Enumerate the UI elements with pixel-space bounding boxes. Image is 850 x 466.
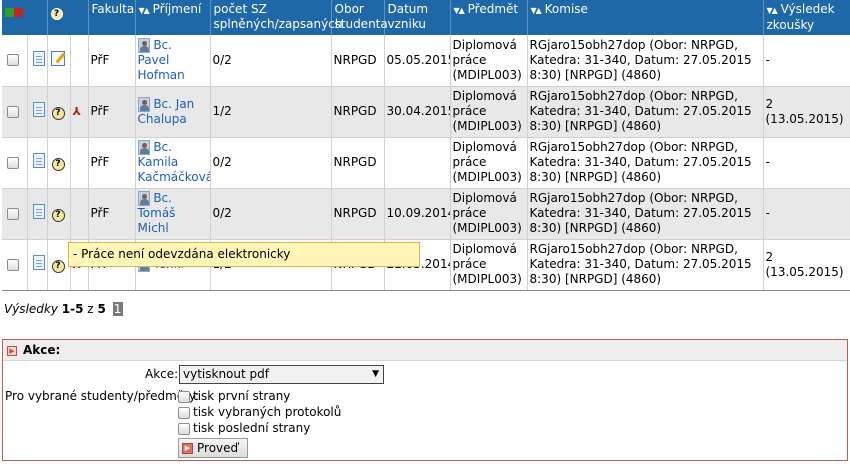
predmet-cell: Diplomová práce (MDIPL003): [450, 188, 528, 240]
col-predmet[interactable]: ▼▲ Předmět: [450, 0, 528, 35]
document-icon[interactable]: [32, 153, 45, 168]
akce-panel: ▶ Akce: Akce: vytisknout pdf ▼ Pro vybran…: [2, 339, 848, 461]
option-selected-protocols[interactable]: tisk vybraných protokolů: [178, 405, 341, 419]
option-checkbox[interactable]: [178, 390, 190, 403]
sort-arrows-icon[interactable]: ▼▲: [454, 6, 465, 15]
fakulta-cell: PřF: [88, 35, 136, 87]
document-icon[interactable]: [32, 204, 45, 219]
collapse-icon[interactable]: ▶: [7, 345, 17, 356]
check-all-icon[interactable]: [5, 8, 14, 17]
select-all-header[interactable]: [2, 0, 48, 35]
for-selected-label: Pro vybrané studenty/předměty:: [5, 389, 200, 403]
row-checkbox[interactable]: [7, 258, 19, 271]
row-checkbox[interactable]: [7, 54, 19, 67]
col-vysledek[interactable]: ▼▲ Výsledek zkoušky: [763, 0, 850, 35]
page-1-button[interactable]: 1: [112, 302, 123, 316]
avatar: [137, 37, 150, 53]
avatar: [137, 96, 150, 112]
submit-button[interactable]: ▶ Proveď: [178, 438, 248, 458]
predmet-cell: Diplomová práce (MDIPL003): [450, 35, 528, 87]
pdf-icon[interactable]: ⅄: [73, 104, 85, 119]
avatar: [137, 140, 150, 155]
obor-cell: NRPGD: [331, 35, 385, 87]
help-header: ?: [47, 0, 89, 35]
obor-cell: NRPGD: [331, 188, 385, 240]
document-icon[interactable]: [32, 50, 45, 66]
row-checkbox[interactable]: [7, 207, 19, 220]
predmet-cell: Diplomová práce (MDIPL003): [450, 239, 528, 291]
sz-cell: 1/2: [210, 86, 332, 138]
dropdown-arrow-icon: ▼: [372, 369, 379, 379]
obor-cell: NRPGD: [331, 86, 385, 138]
col-prijmeni[interactable]: ▼▲ Příjmení: [135, 0, 211, 35]
komise-cell: RGjaro15obh27dop (Obor: NRPGD, Katedra: …: [527, 137, 764, 189]
row-checkbox[interactable]: [7, 105, 19, 118]
vysledek-cell: -: [763, 35, 850, 87]
datum-cell: 30.04.2015: [384, 86, 451, 138]
datum-cell: [384, 137, 451, 189]
komise-cell: RGjaro15obh27dop (Obor: NRPGD, Katedra: …: [527, 86, 764, 138]
fakulta-cell: PřF: [88, 188, 136, 240]
akce-header[interactable]: ▶ Akce:: [3, 340, 847, 361]
vysledek-cell: 2 (13.05.2015): [763, 86, 850, 138]
table-row: ? PřF Bc. Kamila Kačmáčková 0/2 NRPGD Di…: [2, 137, 850, 189]
akce-select[interactable]: vytisknout pdf ▼: [179, 365, 384, 384]
sz-cell: 0/2: [210, 35, 332, 87]
option-checkbox[interactable]: [178, 406, 190, 419]
fakulta-cell: PřF: [88, 86, 136, 138]
akce-label: Akce:: [145, 367, 179, 381]
komise-cell: RGjaro15obh27dop (Obor: NRPGD, Katedra: …: [527, 35, 764, 87]
table-row: PřF Bc. Pavel Hofman 0/2 NRPGD 05.05.201…: [2, 35, 850, 87]
vysledek-cell: -: [763, 188, 850, 240]
run-icon: ▶: [182, 443, 193, 454]
col-obor: Obor studenta: [331, 0, 388, 35]
sz-cell: 0/2: [210, 137, 332, 189]
help-icon[interactable]: ?: [51, 157, 65, 171]
document-icon[interactable]: [32, 255, 45, 270]
help-icon[interactable]: ?: [50, 8, 63, 20]
tooltip: - Práce není odevzdána elektronicky: [68, 242, 420, 267]
fakulta-cell: PřF: [88, 137, 136, 189]
sort-arrows-icon[interactable]: ▼▲: [767, 6, 778, 15]
komise-cell: RGjaro15obh27dop (Obor: NRPGD, Katedra: …: [527, 188, 764, 240]
table-row: ? ⅄ PřF Bc. Jan Chalupa 1/2 NRPGD 30.04.…: [2, 86, 850, 138]
option-checkbox[interactable]: [178, 422, 190, 435]
sort-arrows-icon[interactable]: ▼▲: [531, 6, 542, 15]
avatar: [137, 191, 150, 206]
document-icon[interactable]: [32, 102, 45, 117]
predmet-cell: Diplomová práce (MDIPL003): [450, 86, 528, 138]
col-fakulta: Fakulta: [88, 0, 136, 35]
vysledek-cell: 2 (13.05.2015): [763, 239, 850, 291]
col-datum: Datum vzniku: [384, 0, 451, 35]
komise-cell: RGjaro15obh27dop (Obor: NRPGD, Katedra: …: [527, 239, 764, 291]
predmet-cell: Diplomová práce (MDIPL003): [450, 137, 528, 189]
table-row: ? PřF Bc. Tomáš Michl 0/2 NRPGD 10.09.20…: [2, 188, 850, 240]
help-icon[interactable]: ?: [51, 208, 65, 222]
help-icon[interactable]: ?: [51, 106, 65, 120]
col-komise[interactable]: ▼▲ Komise: [527, 0, 764, 35]
sz-cell: 0/2: [210, 188, 332, 240]
obor-cell: NRPGD: [331, 137, 385, 189]
option-last-page[interactable]: tisk poslední strany: [178, 421, 310, 435]
help-icon[interactable]: ?: [51, 259, 65, 273]
datum-cell: 05.05.2015: [384, 35, 451, 87]
sort-arrows-icon[interactable]: ▼▲: [139, 6, 150, 15]
option-first-page[interactable]: tisk první strany: [178, 389, 290, 403]
results-pager: Výsledky 1-5 z 5 1: [4, 302, 123, 316]
col-pocet-sz: počet SZ splněných/zapsaných: [210, 0, 342, 35]
vysledek-cell: -: [763, 137, 850, 189]
edit-icon[interactable]: [50, 50, 65, 66]
row-checkbox[interactable]: [7, 156, 19, 169]
uncheck-all-icon[interactable]: [14, 8, 23, 17]
datum-cell: 10.09.2014: [384, 188, 451, 240]
